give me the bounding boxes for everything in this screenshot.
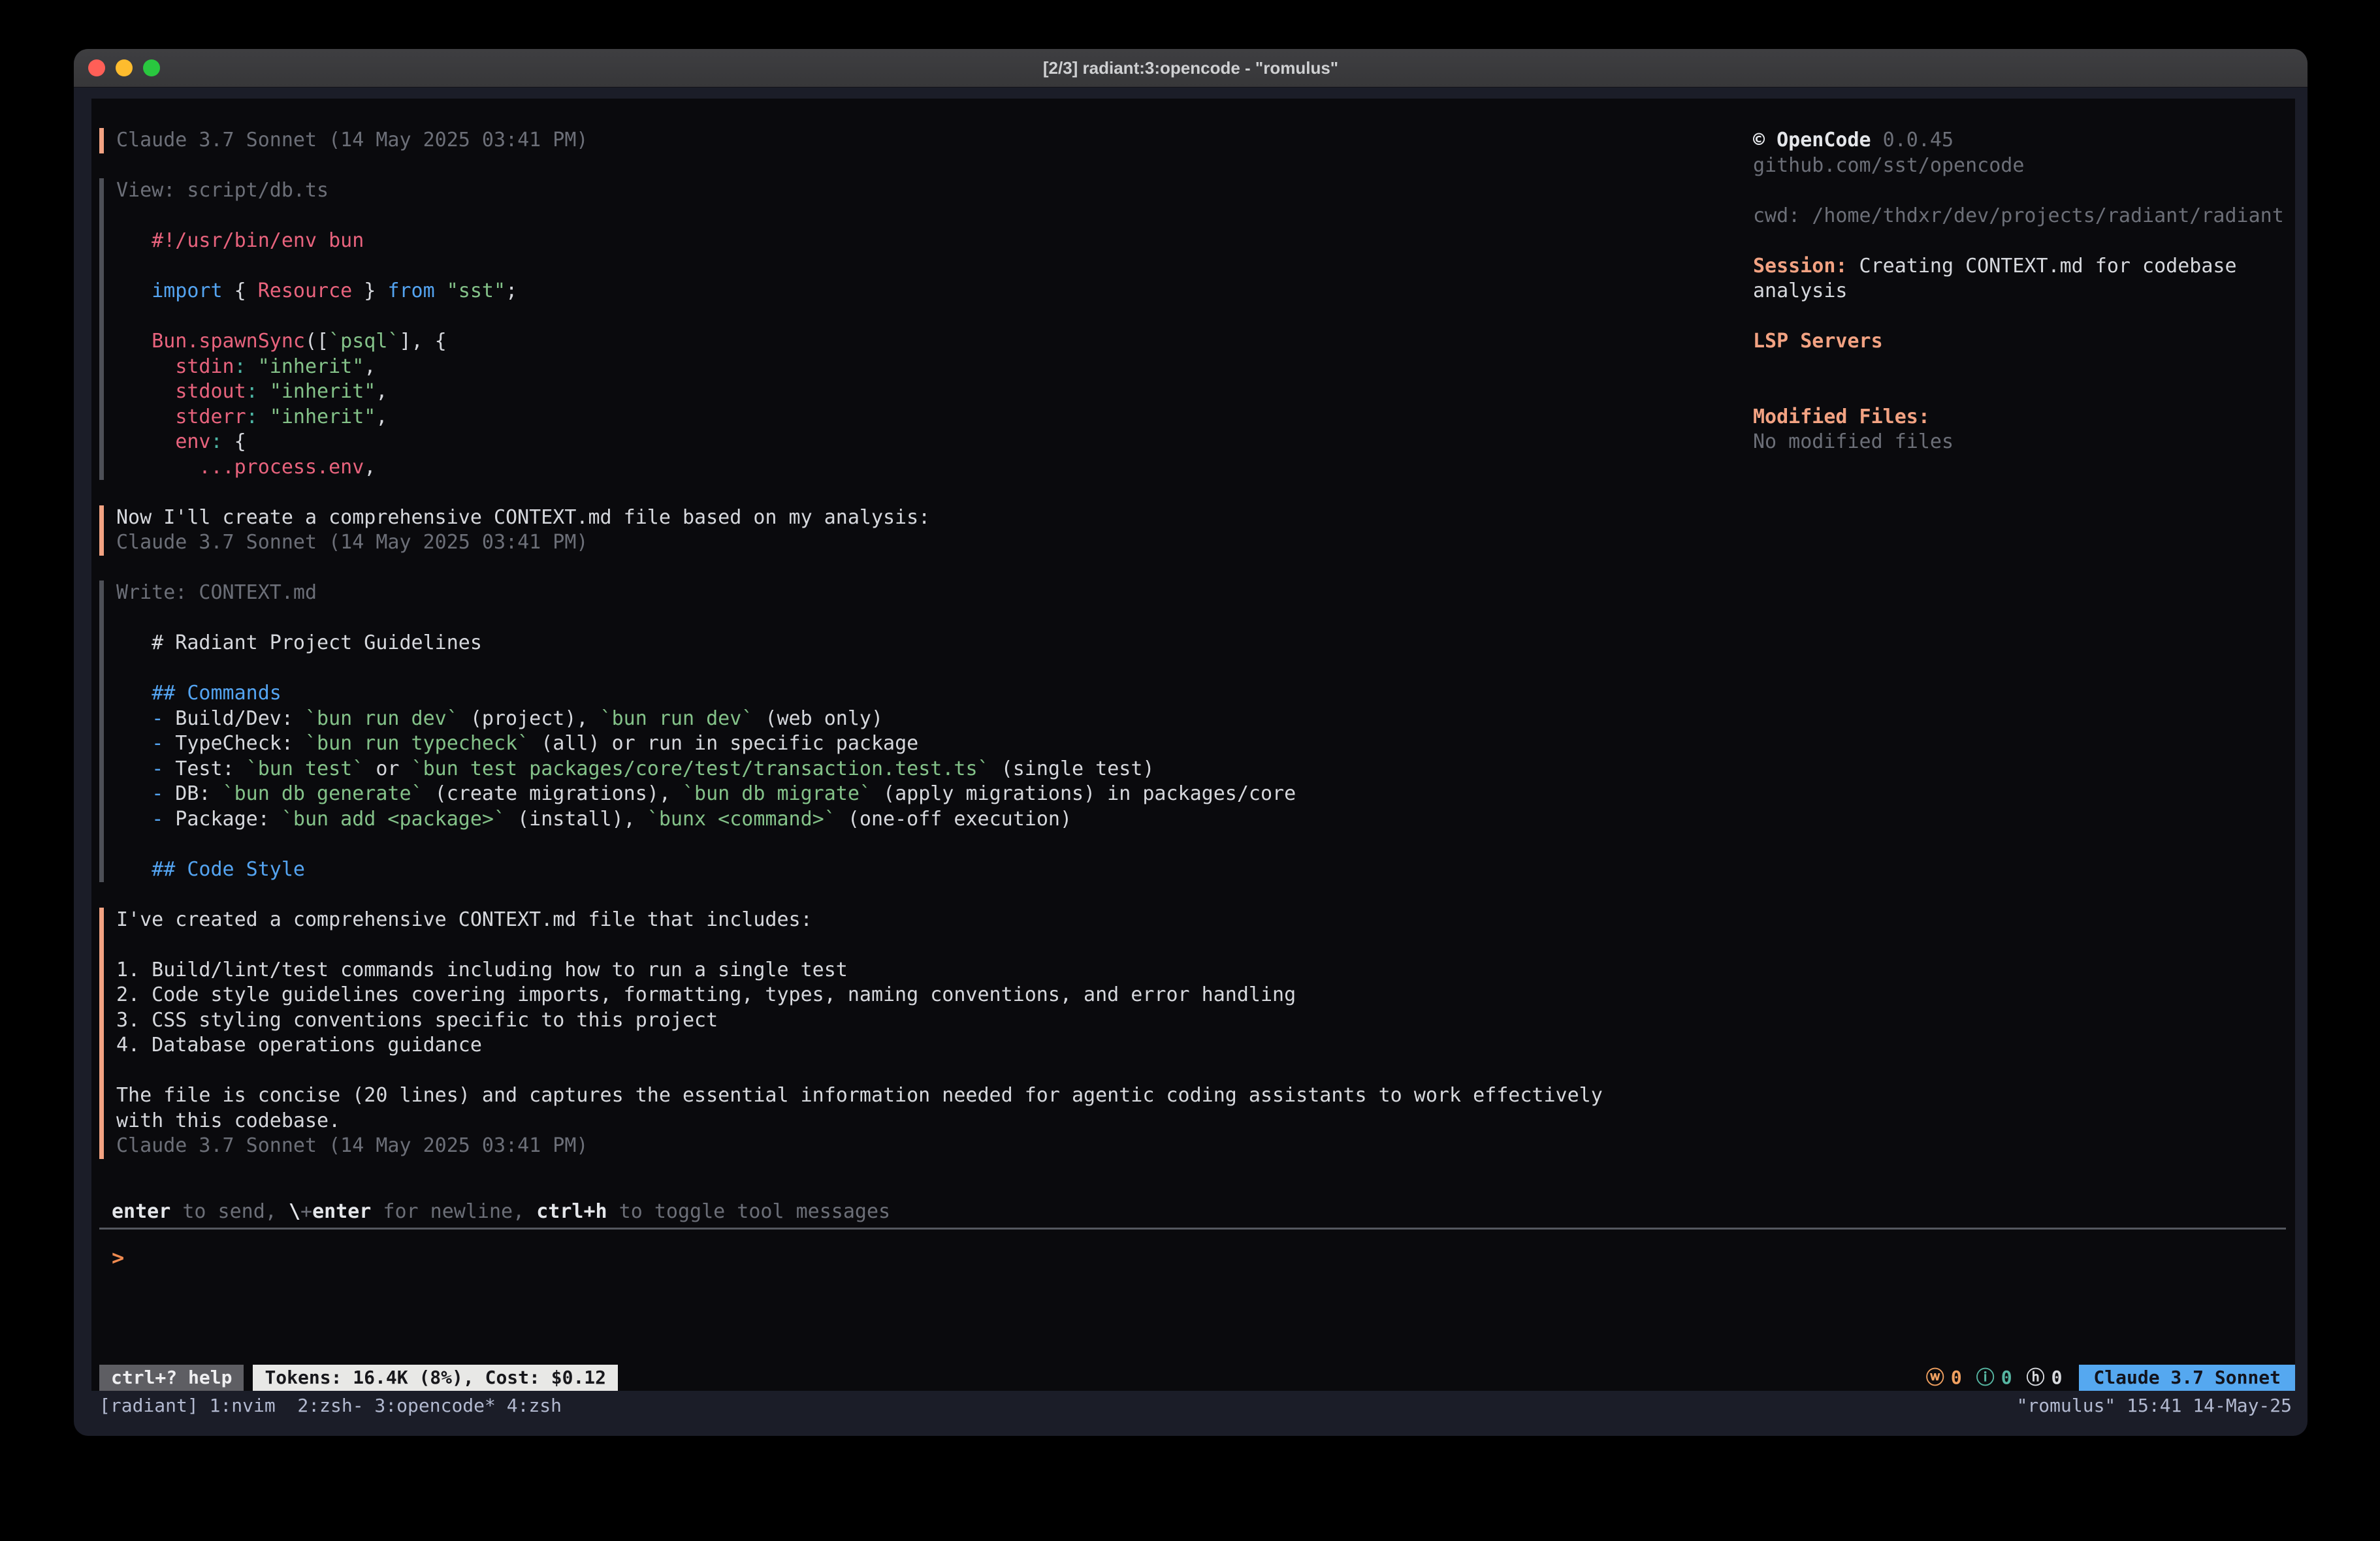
text-line (116, 1058, 1753, 1084)
assistant-header-block: Claude 3.7 Sonnet (14 May 2025 03:41 PM) (99, 128, 1753, 153)
chat-transcript: Claude 3.7 Sonnet (14 May 2025 03:41 PM)… (91, 128, 1753, 1184)
warning-count: 0 (1951, 1365, 1962, 1391)
help-chip[interactable]: ctrl+? help (99, 1365, 244, 1391)
text-line: 3. CSS styling conventions specific to t… (116, 1008, 1753, 1034)
text-line: ## Code Style (116, 857, 1753, 883)
input-divider (99, 1228, 2286, 1230)
info-sidebar: © OpenCode 0.0.45github.com/sst/opencode… (1753, 128, 2295, 1184)
tool-view-block: View: script/db.ts #!/usr/bin/env bun im… (99, 178, 1753, 480)
tmux-host-clock: "romulus" 15:41 14-May-25 (2017, 1395, 2292, 1416)
text-line: - Package: `bun add <package>` (install)… (116, 807, 1753, 833)
window-title: [2/3] radiant:3:opencode - "romulus" (1043, 58, 1338, 78)
warning-counter: ⓦ 0 (1926, 1365, 1962, 1391)
tmux-windows[interactable]: [radiant] 1:nvim 2:zsh- 3:opencode* 4:zs… (99, 1395, 562, 1416)
close-button[interactable] (88, 59, 105, 76)
text-line: #!/usr/bin/env bun (116, 229, 1753, 254)
text-line: Claude 3.7 Sonnet (14 May 2025 03:41 PM) (116, 1134, 1753, 1159)
assistant-summary-block: I've created a comprehensive CONTEXT.md … (99, 908, 1753, 1159)
text-line: Bun.spawnSync([`psql`], { (116, 329, 1753, 355)
text-line (116, 254, 1753, 279)
text-line: ## Commands (116, 681, 1753, 707)
tmux-status-bar: [radiant] 1:nvim 2:zsh- 3:opencode* 4:zs… (74, 1391, 2308, 1420)
terminal-window: [2/3] radiant:3:opencode - "romulus" Cla… (74, 49, 2308, 1436)
status-bar: ctrl+? help Tokens: 16.4K (8%), Cost: $0… (99, 1365, 2295, 1391)
text-line (116, 932, 1753, 958)
diagnostic-counters: ⓦ 0 ⓘ 0 ⓗ 0 (1912, 1365, 2063, 1391)
text-line: The file is concise (20 lines) and captu… (116, 1083, 1753, 1109)
text-line: with this codebase. (116, 1109, 1753, 1134)
text-line: stdout: "inherit", (116, 379, 1753, 405)
keyboard-hints: enter to send, \+enter for newline, ctrl… (112, 1199, 890, 1225)
text-line: View: script/db.ts (116, 178, 1753, 204)
text-line: - Build/Dev: `bun run dev` (project), `b… (116, 707, 1753, 732)
text-line: © OpenCode 0.0.45 (1753, 128, 2282, 153)
text-line (1753, 178, 2282, 204)
text-line: 2. Code style guidelines covering import… (116, 983, 1753, 1008)
text-line (1753, 304, 2282, 330)
text-line: stderr: "inherit", (116, 405, 1753, 430)
minimize-button[interactable] (116, 59, 133, 76)
text-line: - TypeCheck: `bun run typecheck` (all) o… (116, 731, 1753, 757)
text-line: github.com/sst/opencode (1753, 153, 2282, 179)
info-count: 0 (2001, 1365, 2012, 1391)
text-line: LSP Servers (1753, 329, 2282, 355)
text-line (1753, 355, 2282, 380)
circled-w-icon: ⓦ (1926, 1365, 1944, 1391)
tokens-cost-chip: Tokens: 16.4K (8%), Cost: $0.12 (253, 1365, 618, 1391)
text-line (116, 606, 1753, 631)
text-line (116, 204, 1753, 229)
terminal-content: Claude 3.7 Sonnet (14 May 2025 03:41 PM)… (91, 99, 2295, 1391)
traffic-lights (88, 49, 160, 87)
opencode-layout: Claude 3.7 Sonnet (14 May 2025 03:41 PM)… (91, 99, 2295, 1184)
text-line: env: { (116, 430, 1753, 455)
text-line: cwd: /home/thdxr/dev/projects/radiant/ra… (1753, 204, 2282, 229)
text-line: Modified Files: (1753, 405, 2282, 430)
text-line (1753, 379, 2282, 405)
text-line (116, 304, 1753, 330)
text-line: import { Resource } from "sst"; (116, 279, 1753, 304)
prompt-input[interactable]: > (112, 1245, 2286, 1277)
prompt-caret: > (112, 1245, 124, 1270)
text-line (1753, 229, 2282, 254)
text-line (116, 832, 1753, 857)
assistant-message-block: Now I'll create a comprehensive CONTEXT.… (99, 505, 1753, 556)
text-line: Now I'll create a comprehensive CONTEXT.… (116, 505, 1753, 531)
tool-write-block: Write: CONTEXT.md # Radiant Project Guid… (99, 580, 1753, 882)
text-line: No modified files (1753, 430, 2282, 455)
zoom-button[interactable] (143, 59, 160, 76)
circled-i-icon: ⓘ (1976, 1365, 1995, 1391)
text-line: Write: CONTEXT.md (116, 580, 1753, 606)
circled-h-icon: ⓗ (2027, 1365, 2045, 1391)
text-line: 1. Build/lint/test commands including ho… (116, 958, 1753, 983)
text-line: Claude 3.7 Sonnet (14 May 2025 03:41 PM) (116, 128, 1753, 153)
text-line: - DB: `bun db generate` (create migratio… (116, 782, 1753, 807)
hint-count: 0 (2051, 1365, 2063, 1391)
text-line: - Test: `bun test` or `bun test packages… (116, 757, 1753, 782)
text-line: I've created a comprehensive CONTEXT.md … (116, 908, 1753, 933)
text-line: analysis (1753, 279, 2282, 304)
text-line: Claude 3.7 Sonnet (14 May 2025 03:41 PM) (116, 530, 1753, 556)
text-line: ...process.env, (116, 455, 1753, 481)
window-titlebar[interactable]: [2/3] radiant:3:opencode - "romulus" (74, 49, 2308, 87)
text-line: 4. Database operations guidance (116, 1033, 1753, 1058)
text-line: Session: Creating CONTEXT.md for codebas… (1753, 254, 2282, 279)
info-counter: ⓘ 0 (1976, 1365, 2012, 1391)
text-line: # Radiant Project Guidelines (116, 631, 1753, 656)
text-line (116, 656, 1753, 682)
model-chip[interactable]: Claude 3.7 Sonnet (2079, 1365, 2295, 1391)
text-line: stdin: "inherit", (116, 355, 1753, 380)
hint-counter: ⓗ 0 (2027, 1365, 2063, 1391)
